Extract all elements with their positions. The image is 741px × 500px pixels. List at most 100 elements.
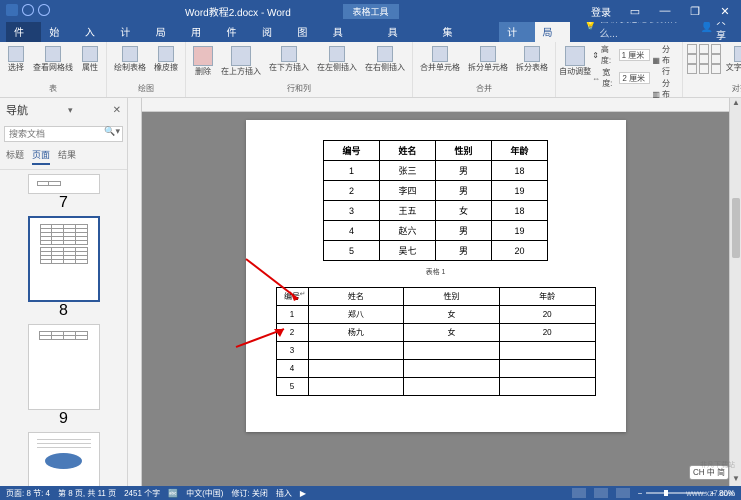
td[interactable]: 1 <box>324 161 380 181</box>
status-word-count[interactable]: 2451 个字 <box>124 488 160 499</box>
td[interactable]: 4 <box>276 360 308 378</box>
text-direction-button[interactable]: 文字方向 <box>723 44 741 74</box>
td[interactable]: 20 <box>499 306 595 324</box>
align-tl-icon[interactable] <box>687 44 697 54</box>
td[interactable]: 女 <box>404 306 500 324</box>
th[interactable]: 性别 <box>404 288 500 306</box>
th[interactable]: 性别 <box>436 141 492 161</box>
thumbnail-page-9[interactable] <box>28 324 100 410</box>
insert-right-button[interactable]: 在右侧插入 <box>362 44 408 74</box>
td[interactable]: 19 <box>492 221 548 241</box>
view-read-button[interactable] <box>572 488 586 498</box>
thumbnail-page-10[interactable] <box>28 432 100 486</box>
delete-button[interactable]: 删除 <box>190 44 216 78</box>
nav-tab-results[interactable]: 结果 <box>58 148 76 165</box>
thumbnail-page-7[interactable] <box>28 174 100 194</box>
insert-below-button[interactable]: 在下方插入 <box>266 44 312 74</box>
td[interactable] <box>404 342 500 360</box>
td[interactable]: 女 <box>436 201 492 221</box>
td[interactable] <box>499 360 595 378</box>
td[interactable] <box>404 360 500 378</box>
search-icon[interactable]: 🔍▾ <box>104 126 120 137</box>
document-scroll[interactable]: 编号姓名性别年龄 1张三男18 2李四男19 3王五女18 4赵六男19 5吴七… <box>142 98 729 486</box>
nav-tab-headings[interactable]: 标题 <box>6 148 24 165</box>
scroll-down-icon[interactable]: ▼ <box>730 474 741 486</box>
td[interactable]: 李四 <box>380 181 436 201</box>
data-table-1[interactable]: 编号姓名性别年龄 1张三男18 2李四男19 3王五女18 4赵六男19 5吴七… <box>323 140 548 261</box>
save-icon[interactable] <box>6 4 18 16</box>
th[interactable]: 编号 <box>284 292 300 301</box>
td[interactable] <box>499 378 595 396</box>
align-tr-icon[interactable] <box>711 44 721 54</box>
data-table-2[interactable]: 编号↵姓名性别年龄 1郑八女20 2杨九女20 3 4 5 <box>276 287 596 396</box>
td[interactable]: 女 <box>404 324 500 342</box>
align-ml-icon[interactable] <box>687 54 697 64</box>
td[interactable]: 杨九 <box>308 324 404 342</box>
align-br-icon[interactable] <box>711 64 721 74</box>
draw-table-button[interactable]: 绘制表格 <box>111 44 149 74</box>
status-macro-icon[interactable]: ▶ <box>300 489 306 498</box>
td[interactable]: 18 <box>492 201 548 221</box>
td[interactable]: 男 <box>436 161 492 181</box>
thumbnail-page-8[interactable] <box>28 216 100 302</box>
td[interactable] <box>308 360 404 378</box>
td[interactable]: 19 <box>492 181 548 201</box>
th[interactable]: 姓名 <box>380 141 436 161</box>
td[interactable]: 男 <box>436 181 492 201</box>
td[interactable] <box>404 378 500 396</box>
properties-button[interactable]: 属性 <box>78 44 102 74</box>
status-page[interactable]: 页面: 8 节: 4 <box>6 488 50 499</box>
align-mr-icon[interactable] <box>711 54 721 64</box>
align-mc-icon[interactable] <box>699 54 709 64</box>
view-gridlines-button[interactable]: 查看网格线 <box>30 44 76 74</box>
undo-icon[interactable] <box>22 4 34 16</box>
redo-icon[interactable] <box>38 4 50 16</box>
th[interactable]: 年龄 <box>492 141 548 161</box>
restore-button[interactable]: ❐ <box>683 5 707 18</box>
width-input[interactable]: 2 厘米 <box>619 72 650 84</box>
td[interactable]: 赵六 <box>380 221 436 241</box>
th[interactable]: 年龄 <box>499 288 595 306</box>
height-input[interactable]: 1 厘米 <box>619 49 651 61</box>
split-cells-button[interactable]: 拆分单元格 <box>465 44 511 74</box>
td[interactable]: 张三 <box>380 161 436 181</box>
th[interactable]: 姓名 <box>308 288 404 306</box>
status-page-of[interactable]: 第 8 页, 共 11 页 <box>58 488 116 499</box>
autofit-button[interactable]: 自动调整 <box>560 44 590 78</box>
nav-close-button[interactable]: ✕ <box>113 105 121 116</box>
align-bc-icon[interactable] <box>699 64 709 74</box>
nav-dropdown-icon[interactable]: ▾ <box>68 105 73 116</box>
split-table-button[interactable]: 拆分表格 <box>513 44 551 74</box>
td[interactable]: 男 <box>436 241 492 261</box>
view-print-button[interactable] <box>594 488 608 498</box>
td[interactable]: 5 <box>276 378 308 396</box>
close-button[interactable]: ✕ <box>713 5 737 18</box>
td[interactable]: 1 <box>276 306 308 324</box>
status-spell-icon[interactable]: 🔤 <box>168 489 178 498</box>
td[interactable] <box>308 342 404 360</box>
th[interactable]: 编号 <box>324 141 380 161</box>
insert-left-button[interactable]: 在左侧插入 <box>314 44 360 74</box>
status-track[interactable]: 修订: 关闭 <box>231 488 267 499</box>
zoom-out-button[interactable]: − <box>638 489 643 498</box>
minimize-button[interactable]: — <box>653 5 677 17</box>
view-web-button[interactable] <box>616 488 630 498</box>
scrollbar-thumb[interactable] <box>732 198 740 258</box>
status-insert[interactable]: 插入 <box>276 488 292 499</box>
td[interactable]: 20 <box>492 241 548 261</box>
status-language[interactable]: 中文(中国) <box>186 488 223 499</box>
distribute-rows-button[interactable]: ▦分布行 <box>652 44 677 77</box>
td[interactable]: 王五 <box>380 201 436 221</box>
td[interactable]: 2 <box>276 324 308 342</box>
merge-cells-button[interactable]: 合并单元格 <box>417 44 463 74</box>
td[interactable]: 2 <box>324 181 380 201</box>
align-bl-icon[interactable] <box>687 64 697 74</box>
td[interactable]: 4 <box>324 221 380 241</box>
table-caption[interactable]: 表格 1 <box>276 267 596 277</box>
td[interactable]: 3 <box>276 342 308 360</box>
td[interactable] <box>308 378 404 396</box>
td[interactable]: 3 <box>324 201 380 221</box>
td[interactable]: 郑八 <box>308 306 404 324</box>
ribbon-options-icon[interactable]: ▭ <box>623 5 647 18</box>
nav-tab-pages[interactable]: 页面 <box>32 148 50 165</box>
